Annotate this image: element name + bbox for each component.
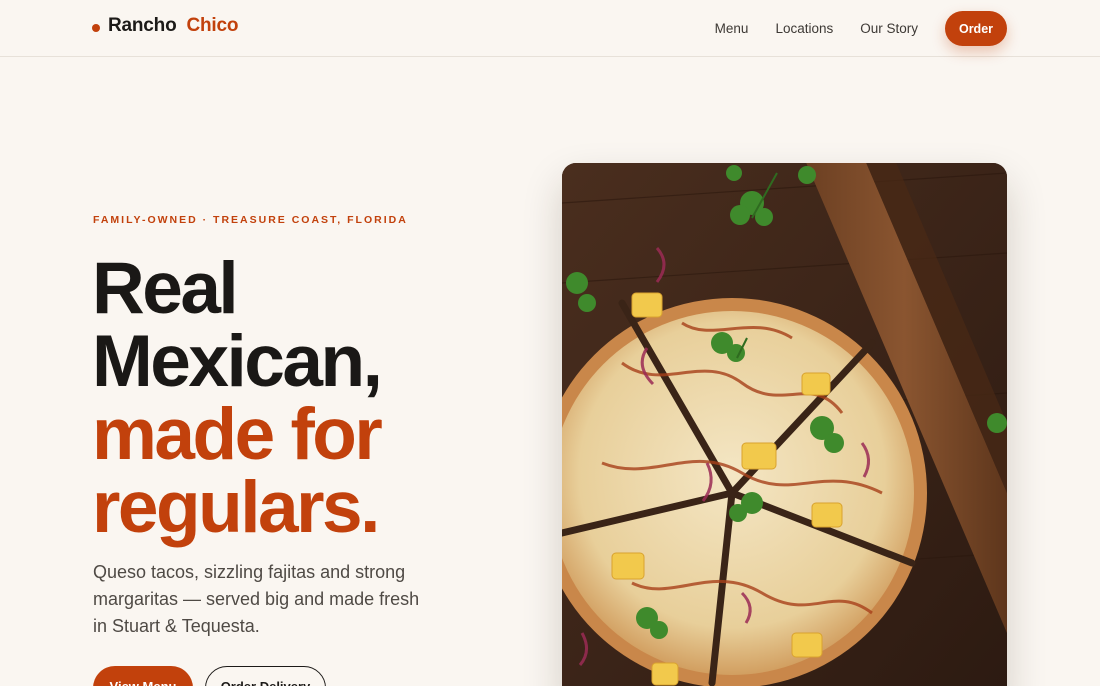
site-header: Rancho Chico Menu Locations Our Story Or… [0,0,1100,57]
headline-line-4: regulars. [92,467,380,548]
nav-link-our-story[interactable]: Our Story [860,21,918,36]
nav-link-menu[interactable]: Menu [715,21,749,36]
headline-line-2: Mexican, [92,321,383,402]
headline-line-1: Real [92,248,239,329]
brand-dot-icon [92,23,100,32]
brand-name-first: Rancho [108,15,177,36]
brand-logo[interactable]: Rancho Chico [92,15,238,37]
view-menu-button[interactable]: View Menu [93,666,193,686]
hero-cta-row: View Menu Order Delivery [93,666,326,686]
hero-headline: Real Mexican, made for regulars. [92,248,383,548]
headline-line-3: made for [92,394,383,475]
main-nav: Menu Locations Our Story Order [715,11,1007,46]
hero-eyebrow: FAMILY-OWNED · TREASURE COAST, FLORIDA [93,214,408,226]
order-delivery-button[interactable]: Order Delivery [205,666,326,686]
hero-lede: Queso tacos, sizzling fajitas and strong… [93,562,420,636]
pizza-illustration [562,163,1007,686]
nav-link-locations[interactable]: Locations [775,21,833,36]
order-button[interactable]: Order [945,11,1007,46]
brand-name-second: Chico [186,15,239,36]
hero-pizza-photo [562,163,1007,686]
